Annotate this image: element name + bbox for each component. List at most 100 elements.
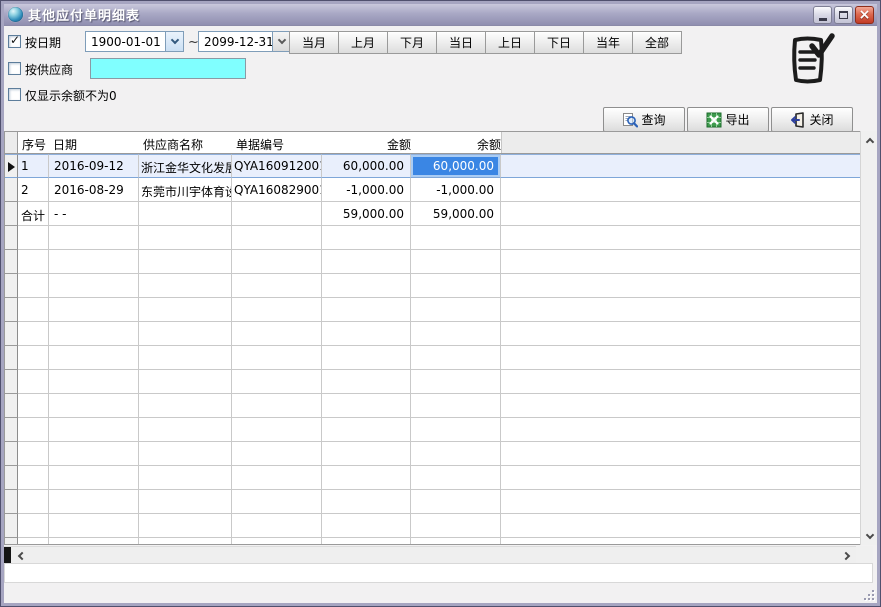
cell-seq[interactable]: 2: [18, 178, 49, 202]
scroll-down-button[interactable]: [861, 528, 877, 545]
row-filler: [501, 346, 872, 370]
maximize-button[interactable]: [834, 6, 853, 24]
cell-supplier[interactable]: 浙江金华文化发展: [139, 154, 232, 178]
vertical-scrollbar[interactable]: [860, 131, 877, 545]
export-button[interactable]: 导出: [687, 107, 769, 132]
column-header-0[interactable]: 序号: [18, 132, 49, 153]
row-filler: [501, 514, 872, 538]
date-from-dropdown-button[interactable]: [165, 32, 183, 51]
quick-range-button-0[interactable]: 当月: [290, 32, 338, 53]
by-supplier-checkbox[interactable]: ✓: [8, 62, 21, 75]
date-from-combo[interactable]: 1900-01-01: [85, 31, 184, 52]
cell-balance: [411, 346, 501, 370]
query-button[interactable]: 查询: [603, 107, 685, 132]
cell-amount: [322, 322, 411, 346]
quick-range-button-2[interactable]: 下月: [388, 32, 436, 53]
cell-date: [49, 490, 139, 514]
row-gutter[interactable]: [5, 178, 18, 202]
row-gutter[interactable]: [5, 154, 18, 178]
cell-amount: [322, 466, 411, 490]
cell-seq: [18, 346, 49, 370]
window-title: 其他应付单明细表: [28, 5, 140, 24]
column-header-1[interactable]: 日期: [49, 132, 139, 153]
current-row-indicator-icon: [8, 162, 15, 172]
cell-supplier: [139, 466, 232, 490]
cell-date[interactable]: - -: [49, 202, 139, 226]
scroll-right-button[interactable]: [839, 547, 856, 564]
close-window-button[interactable]: 关闭: [771, 107, 853, 132]
cell-seq[interactable]: 合计: [18, 202, 49, 226]
cell-doc_no: [232, 466, 322, 490]
quick-range-button-4[interactable]: 上日: [486, 32, 534, 53]
row-filler: [501, 250, 872, 274]
cell-doc_no[interactable]: [232, 202, 322, 226]
table-row[interactable]: 22016-08-29东莞市川宇体育设QYA160829001-1,000.00…: [5, 178, 872, 202]
cell-amount[interactable]: 60,000.00: [322, 154, 411, 178]
column-header-4[interactable]: 金额: [322, 132, 411, 153]
row-gutter: [5, 538, 18, 545]
cell-seq[interactable]: 1: [18, 154, 49, 178]
by-date-checkbox[interactable]: ✓: [8, 35, 21, 48]
cell-supplier[interactable]: 东莞市川宇体育设: [139, 178, 232, 202]
scroll-up-button[interactable]: [861, 131, 877, 148]
payables-grid: 序号日期供应商名称单据编号金额余额 12016-09-12浙江金华文化发展QYA…: [4, 131, 873, 545]
only-nonzero-checkbox[interactable]: ✓: [8, 88, 21, 101]
cell-balance[interactable]: -1,000.00: [411, 178, 501, 202]
row-filler: [501, 442, 872, 466]
supplier-input[interactable]: [90, 58, 246, 79]
quick-range-button-7[interactable]: 全部: [633, 32, 681, 53]
cell-amount: [322, 370, 411, 394]
cell-date: [49, 322, 139, 346]
row-gutter: [5, 370, 18, 394]
cell-balance: [411, 226, 501, 250]
table-row[interactable]: 12016-09-12浙江金华文化发展QYA16091200160,000.00…: [5, 154, 872, 178]
table-empty-row: [5, 226, 872, 250]
date-to-combo[interactable]: 2099-12-31: [198, 31, 291, 52]
column-header-3[interactable]: 单据编号: [232, 132, 322, 153]
cell-doc_no[interactable]: QYA160912001: [232, 154, 322, 178]
date-to-dropdown-button[interactable]: [272, 32, 290, 51]
quick-range-button-5[interactable]: 下日: [535, 32, 583, 53]
cell-amount: [322, 514, 411, 538]
table-empty-row: [5, 274, 872, 298]
row-filler: [501, 298, 872, 322]
cell-balance: [411, 538, 501, 545]
cell-amount: [322, 274, 411, 298]
table-total-row[interactable]: 合计- - 59,000.0059,000.00: [5, 202, 872, 226]
cell-doc_no[interactable]: QYA160829001: [232, 178, 322, 202]
cell-amount[interactable]: 59,000.00: [322, 202, 411, 226]
cell-amount: [322, 394, 411, 418]
quick-range-button-1[interactable]: 上月: [339, 32, 387, 53]
quick-range-button-6[interactable]: 当年: [584, 32, 632, 53]
scroll-left-button[interactable]: [12, 547, 29, 564]
cell-amount[interactable]: -1,000.00: [322, 178, 411, 202]
cell-balance[interactable]: 59,000.00: [411, 202, 501, 226]
quick-range-button-3[interactable]: 当日: [437, 32, 485, 53]
cell-date: [49, 418, 139, 442]
row-filler: [501, 154, 872, 178]
cell-doc_no: [232, 490, 322, 514]
cell-date: [49, 442, 139, 466]
cell-balance[interactable]: 60,000.00: [411, 154, 501, 178]
column-header-2[interactable]: 供应商名称: [139, 132, 232, 153]
only-nonzero-label: 仅显示余额不为0: [25, 87, 117, 104]
horizontal-scrollbar[interactable]: [4, 546, 856, 563]
arrow-down-icon: [865, 531, 873, 539]
row-gutter[interactable]: [5, 202, 18, 226]
close-button[interactable]: ×: [855, 6, 874, 24]
cell-date: [49, 514, 139, 538]
table-empty-row: [5, 466, 872, 490]
cell-supplier[interactable]: [139, 202, 232, 226]
window-titlebar: 其他应付单明细表 ×: [4, 4, 877, 26]
cell-date[interactable]: 2016-09-12: [49, 154, 139, 178]
minimize-button[interactable]: [813, 6, 832, 24]
column-header-5[interactable]: 余额: [411, 132, 501, 153]
action-bar: 查询 导出 关闭: [603, 107, 853, 132]
resize-grip[interactable]: [861, 587, 875, 601]
horizontal-scroll-thumb[interactable]: [4, 547, 11, 564]
cell-doc_no: [232, 298, 322, 322]
cell-date[interactable]: 2016-08-29: [49, 178, 139, 202]
close-window-button-label: 关闭: [809, 111, 833, 128]
table-empty-row: [5, 370, 872, 394]
cell-supplier: [139, 538, 232, 545]
